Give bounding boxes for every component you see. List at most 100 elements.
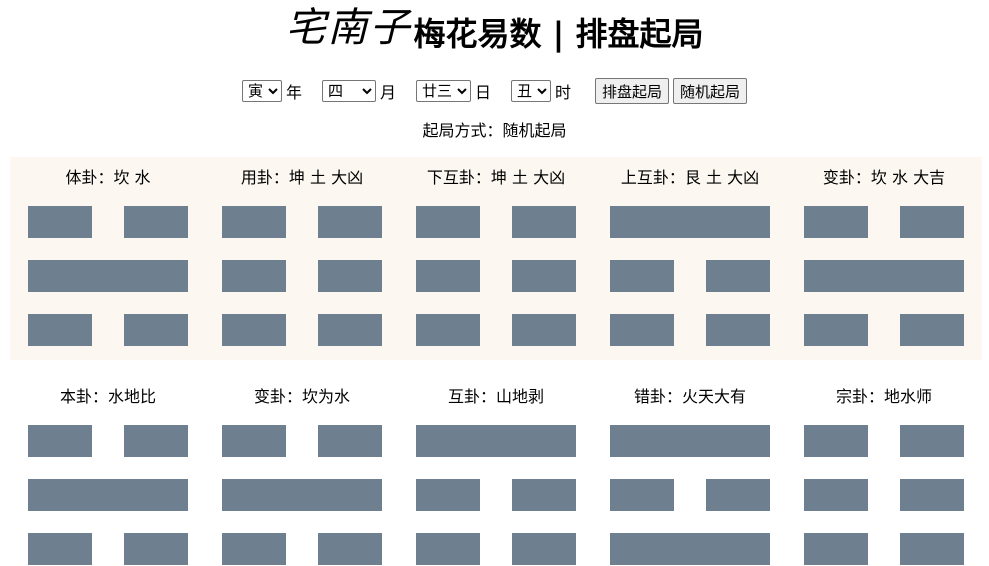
yin-bar-right bbox=[900, 425, 964, 457]
yin-line bbox=[416, 479, 576, 511]
year-unit-label: 年 bbox=[285, 83, 302, 102]
gua-title: 体卦：坎 水 bbox=[65, 168, 151, 187]
yin-bar-right bbox=[512, 260, 576, 292]
bian-gua: 变卦：坎为水 bbox=[222, 376, 382, 566]
yin-bar-left bbox=[804, 479, 868, 511]
hour-select[interactable]: 丑 bbox=[511, 80, 551, 102]
yin-bar-right bbox=[900, 479, 964, 511]
page-title: 梅花易数 | 排盘起局 bbox=[413, 15, 704, 53]
yin-bar-right bbox=[318, 260, 382, 292]
yin-bar-right bbox=[706, 479, 770, 511]
yin-line bbox=[610, 314, 770, 346]
hour-unit-label: 时 bbox=[555, 83, 572, 102]
gua-title: 错卦：火天大有 bbox=[633, 387, 746, 406]
yang-line bbox=[610, 206, 770, 238]
yin-bar-right bbox=[124, 425, 188, 457]
yin-bar-right bbox=[900, 533, 964, 565]
date-controls: 寅 年 四 月 廿三 日 丑 时 排盘起局 随机起局 bbox=[0, 78, 989, 104]
yin-bar-left bbox=[28, 425, 92, 457]
yin-bar-right bbox=[706, 314, 770, 346]
year-select[interactable]: 寅 bbox=[241, 80, 282, 102]
yin-line bbox=[416, 314, 576, 346]
method-label: 起局方式：随机起局 bbox=[422, 121, 567, 140]
yin-line bbox=[804, 425, 964, 457]
zong-gua: 宗卦：地水师 bbox=[804, 376, 964, 566]
yin-bar-right bbox=[318, 314, 382, 346]
yin-bar-left bbox=[222, 533, 286, 565]
gua-title: 变卦：坎为水 bbox=[253, 387, 350, 406]
yin-bar-left bbox=[416, 314, 480, 346]
yin-bar-left bbox=[28, 206, 92, 238]
yang-line bbox=[804, 260, 964, 292]
yin-bar-left bbox=[28, 533, 92, 565]
yin-bar-left bbox=[610, 479, 674, 511]
yin-bar-right bbox=[512, 206, 576, 238]
yang-line bbox=[28, 260, 188, 292]
yin-line bbox=[804, 206, 964, 238]
day-unit-label: 日 bbox=[474, 83, 491, 102]
yin-line bbox=[222, 260, 382, 292]
yin-bar-right bbox=[124, 206, 188, 238]
bian-gua-trigram: 变卦：坎 水 大吉 bbox=[804, 157, 964, 360]
yang-bar bbox=[28, 260, 188, 292]
yin-line bbox=[222, 314, 382, 346]
ti-gua: 体卦：坎 水 bbox=[28, 157, 188, 360]
yin-line bbox=[804, 533, 964, 565]
yin-bar-right bbox=[512, 533, 576, 565]
yang-bar bbox=[28, 479, 188, 511]
yin-bar-left bbox=[804, 206, 868, 238]
cuo-gua: 错卦：火天大有 bbox=[610, 376, 770, 566]
paipan-button[interactable]: 排盘起局 bbox=[595, 78, 670, 104]
yang-bar bbox=[610, 533, 770, 565]
yin-bar-left bbox=[804, 425, 868, 457]
yin-bar-right bbox=[318, 533, 382, 565]
yin-bar-left bbox=[416, 260, 480, 292]
yin-bar-left bbox=[416, 533, 480, 565]
page-header: 宅南子 梅花易数 | 排盘起局 bbox=[0, 0, 989, 62]
yin-line bbox=[222, 206, 382, 238]
yang-bar bbox=[610, 206, 770, 238]
ben-gua: 本卦：水地比 bbox=[28, 376, 188, 566]
gua-title: 宗卦：地水师 bbox=[835, 387, 932, 406]
yin-bar-right bbox=[318, 206, 382, 238]
yang-bar bbox=[416, 425, 576, 457]
gua-panel-primary: 体卦：坎 水 用卦：坤 土 大凶 下互卦：坤 土 大凶 上互卦：艮 土 大凶 变卦：坎 … bbox=[10, 157, 982, 360]
yin-bar-left bbox=[804, 314, 868, 346]
gua-title: 上互卦：艮 土 大凶 bbox=[620, 168, 760, 187]
yin-bar-right bbox=[900, 314, 964, 346]
yin-line bbox=[28, 206, 188, 238]
shang-hu-gua: 上互卦：艮 土 大凶 bbox=[610, 157, 770, 360]
yang-line bbox=[416, 425, 576, 457]
yang-bar bbox=[222, 479, 382, 511]
yang-line bbox=[28, 479, 188, 511]
site-logo: 宅南子 bbox=[285, 5, 412, 51]
yin-line bbox=[804, 479, 964, 511]
yin-bar-left bbox=[416, 206, 480, 238]
yin-bar-left bbox=[28, 314, 92, 346]
xia-hu-gua: 下互卦：坤 土 大凶 bbox=[416, 157, 576, 360]
yin-line bbox=[610, 260, 770, 292]
yin-line bbox=[222, 425, 382, 457]
yin-line bbox=[28, 533, 188, 565]
gua-title: 变卦：坎 水 大吉 bbox=[822, 168, 946, 187]
gua-title: 用卦：坤 土 大凶 bbox=[240, 168, 364, 187]
yang-bar bbox=[804, 260, 964, 292]
yin-bar-right bbox=[318, 425, 382, 457]
yang-line bbox=[610, 533, 770, 565]
random-button[interactable]: 随机起局 bbox=[673, 78, 748, 104]
yin-bar-left bbox=[222, 314, 286, 346]
yin-bar-right bbox=[900, 206, 964, 238]
yong-gua: 用卦：坤 土 大凶 bbox=[222, 157, 382, 360]
yin-line bbox=[28, 425, 188, 457]
hu-gua: 互卦：山地剥 bbox=[416, 376, 576, 566]
month-select[interactable]: 四 bbox=[321, 80, 376, 102]
day-select[interactable]: 廿三 bbox=[415, 80, 471, 102]
yin-line bbox=[28, 314, 188, 346]
yin-bar-left bbox=[804, 533, 868, 565]
yin-bar-right bbox=[124, 314, 188, 346]
yin-line bbox=[222, 533, 382, 565]
yin-line bbox=[416, 260, 576, 292]
yin-line bbox=[416, 533, 576, 565]
yin-line bbox=[610, 479, 770, 511]
yang-line bbox=[222, 479, 382, 511]
